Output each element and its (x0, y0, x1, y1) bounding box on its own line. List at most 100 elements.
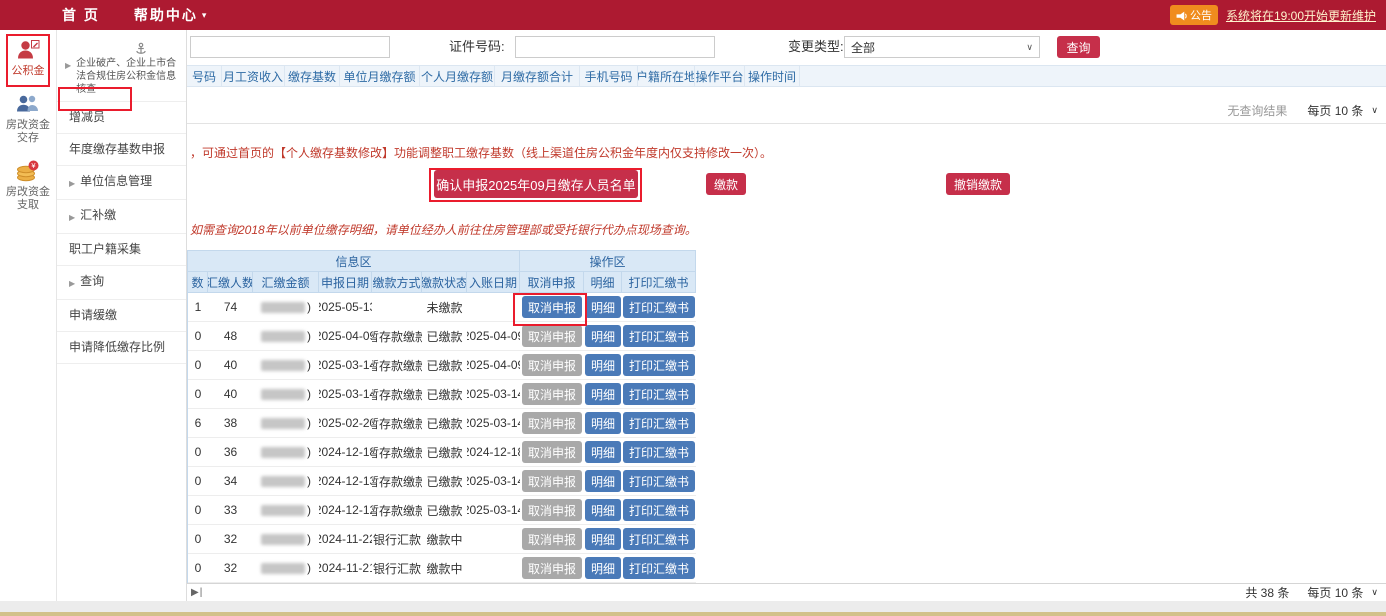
change-type-select[interactable]: 全部 ∨ (844, 36, 1040, 58)
rail-item-fund-withdraw[interactable]: ¥ 房改资金支取 (0, 151, 56, 218)
rail-item-fund-deposit[interactable]: 房改资金交存 (0, 84, 56, 151)
redacted-amount (261, 360, 305, 371)
rail-item-label: 房改资金交存 (2, 119, 54, 145)
nav-home[interactable]: 首 页 (62, 5, 100, 25)
table-cell: 2024-12-18 (467, 438, 520, 466)
print-button[interactable]: 打印汇缴书 (623, 383, 695, 405)
maintenance-notice-link[interactable]: 系统将在19:00开始更新维护 (1226, 7, 1376, 24)
rail-item-provident-fund[interactable]: 公积金 (0, 30, 56, 84)
detail-button[interactable]: 明细 (585, 325, 621, 347)
amount-suffix: ) (307, 503, 311, 517)
table-cell: 0 (188, 322, 208, 350)
menu-item-4[interactable]: ▶单位信息管理 (57, 166, 186, 200)
column-header: 缴款状态 (422, 271, 467, 293)
menu-item-3[interactable]: 年度缴存基数申报 (57, 134, 186, 166)
amount-suffix: ) (307, 329, 311, 343)
cancel-declare-button: 取消申报 (522, 412, 582, 434)
history-query-notice: 如需查询2018年以前单位缴存明细，请单位经办人前往住房管理部或受托银行代办点现… (190, 221, 697, 238)
print-button[interactable]: 打印汇缴书 (623, 557, 695, 579)
table-cell: 1 (188, 293, 208, 321)
column-header: 户籍所在地 (638, 66, 695, 86)
print-button[interactable]: 打印汇缴书 (623, 441, 695, 463)
last-page-icon[interactable]: ▶| (191, 587, 203, 598)
table-cell: 48 (208, 322, 253, 350)
announcement-label: 公告 (1190, 7, 1212, 23)
top-nav: 首 页 帮助中心 ▾ (62, 5, 206, 25)
group-header: 信息区 (188, 250, 520, 271)
amount-suffix: ) (307, 445, 311, 459)
print-button[interactable]: 打印汇缴书 (623, 470, 695, 492)
cancel-declare-button[interactable]: 取消申报 (522, 296, 582, 318)
table-cell: ) (253, 438, 319, 466)
detail-button[interactable]: 明细 (585, 557, 621, 579)
main-content: 证件号码: 变更类型: 全部 ∨ 查询 号码月工资收入缴存基数单位月缴存额个人月… (187, 30, 1386, 601)
table-cell (372, 293, 422, 321)
table-cell: 打印汇缴书 (622, 525, 696, 553)
cancel-pay-button[interactable]: 撤销缴款 (946, 173, 1010, 195)
table-cell: 打印汇缴书 (622, 467, 696, 495)
column-header: 手机号码 (580, 66, 638, 86)
detail-button[interactable]: 明细 (585, 412, 621, 434)
id-number-input[interactable] (515, 36, 715, 58)
menu-item-label: 查询 (80, 274, 104, 289)
table-cell: 明细 (584, 409, 622, 437)
table-row: 048)2025-04-09暂存款缴款已缴款2025-04-09取消申报明细打印… (188, 322, 696, 351)
redacted-amount (261, 418, 305, 429)
name-input[interactable] (190, 36, 390, 58)
table-row: 174)2025-05-13未缴款取消申报明细打印汇缴书 (188, 293, 696, 322)
app-window: 首 页 帮助中心 ▾ 公告 系统将在19:00开始更新维护 公积金 (0, 0, 1386, 616)
table-cell: 取消申报 (520, 496, 584, 524)
table-cell: 暂存款缴款 (372, 496, 422, 524)
table-cell: 40 (208, 351, 253, 379)
menu-item-2[interactable]: 增减员 (57, 102, 186, 134)
print-button[interactable]: 打印汇缴书 (623, 499, 695, 521)
chevron-down-icon: ∨ (1371, 587, 1378, 598)
employee-table-status: 无查询结果 每页 10 条 ∨ (187, 100, 1386, 120)
pay-button[interactable]: 缴款 (706, 173, 746, 195)
cancel-declare-button: 取消申报 (522, 354, 582, 376)
announcement-badge[interactable]: 公告 (1170, 5, 1218, 25)
anchor-icon[interactable] (135, 42, 147, 61)
redacted-amount (261, 534, 305, 545)
menu-item-5[interactable]: ▶汇补缴 (57, 200, 186, 234)
print-button[interactable]: 打印汇缴书 (623, 412, 695, 434)
topbar: 首 页 帮助中心 ▾ 公告 系统将在19:00开始更新维护 (0, 0, 1386, 30)
table-cell: 2024-12-18 (319, 438, 372, 466)
table-cell: 34 (208, 467, 253, 495)
cancel-declare-button: 取消申报 (522, 470, 582, 492)
print-button[interactable]: 打印汇缴书 (623, 296, 695, 318)
print-button[interactable]: 打印汇缴书 (623, 354, 695, 376)
menu-item-6[interactable]: 职工户籍采集 (57, 234, 186, 266)
cancel-declare-button: 取消申报 (522, 499, 582, 521)
print-button[interactable]: 打印汇缴书 (623, 528, 695, 550)
bottom-accent-strip (0, 612, 1386, 616)
table-cell: 2025-04-09 (319, 322, 372, 350)
page-size-select-bottom[interactable]: 每页 10 条 ∨ (1307, 584, 1378, 601)
nav-help-center[interactable]: 帮助中心 ▾ (134, 5, 207, 25)
menu-item-list: ▶企业破产、企业上市合法合规住房公积金信息核查增减员年度缴存基数申报▶单位信息管… (57, 52, 186, 364)
detail-button[interactable]: 明细 (585, 383, 621, 405)
column-header: 汇缴人数 (208, 271, 253, 293)
table-footer: ▶| 共 38 条 每页 10 条 ∨ (187, 583, 1386, 601)
print-button[interactable]: 打印汇缴书 (623, 325, 695, 347)
detail-button[interactable]: 明细 (585, 441, 621, 463)
menu-item-9[interactable]: 申请降低缴存比例 (57, 332, 186, 364)
column-header: 号码 (187, 66, 222, 86)
menu-item-8[interactable]: 申请缓缴 (57, 300, 186, 332)
table-cell: 38 (208, 409, 253, 437)
confirm-declare-button[interactable]: 确认申报2025年09月缴存人员名单 (434, 170, 638, 198)
table-cell: 明细 (584, 322, 622, 350)
detail-button[interactable]: 明细 (585, 296, 621, 318)
detail-button[interactable]: 明细 (585, 528, 621, 550)
menu-item-1[interactable]: ▶企业破产、企业上市合法合规住房公积金信息核查 (57, 52, 186, 102)
query-button[interactable]: 查询 (1057, 36, 1100, 58)
table-cell: 已缴款 (422, 380, 467, 408)
menu-item-7[interactable]: ▶查询 (57, 266, 186, 300)
detail-button[interactable]: 明细 (585, 499, 621, 521)
cancel-declare-button: 取消申报 (522, 528, 582, 550)
page-size-select-top[interactable]: 每页 10 条 ∨ (1307, 102, 1378, 119)
table-cell: ) (253, 525, 319, 553)
table-cell: ) (253, 409, 319, 437)
detail-button[interactable]: 明细 (585, 470, 621, 492)
detail-button[interactable]: 明细 (585, 354, 621, 376)
